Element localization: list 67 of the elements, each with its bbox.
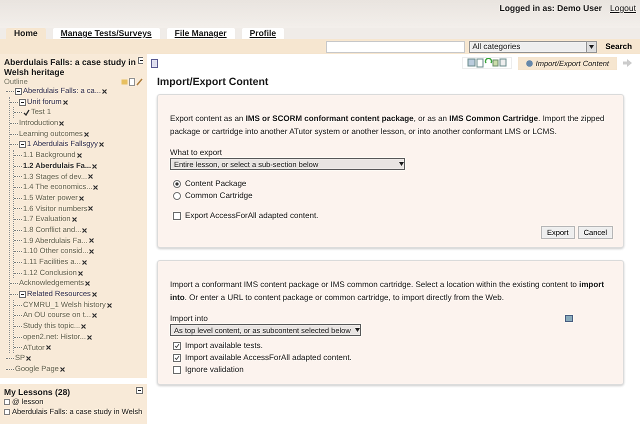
checkbox-label: Ignore validation	[185, 364, 244, 376]
radio-label: Content Package	[185, 178, 246, 190]
checkbox-label: Export AccessForAll adapted content.	[185, 210, 318, 222]
collapse-icon[interactable]	[136, 386, 143, 394]
info-icon	[526, 60, 533, 66]
dropdown-caret-icon[interactable]	[354, 328, 360, 332]
outline-tools-icon[interactable]	[121, 78, 143, 86]
delete-icon[interactable]	[85, 281, 90, 286]
delete-icon[interactable]	[92, 313, 97, 318]
field-label: What to export	[170, 148, 224, 157]
delete-icon[interactable]	[78, 270, 83, 276]
nav-tab[interactable]: Manage Tests/Surveys	[52, 28, 160, 39]
delete-icon[interactable]	[88, 174, 94, 180]
checkbox[interactable]	[173, 342, 181, 350]
delete-icon[interactable]	[106, 302, 112, 308]
nav-tab[interactable]: Profile	[242, 28, 284, 39]
checkbox[interactable]	[173, 212, 181, 220]
collapse-toggle-icon[interactable]	[19, 98, 26, 106]
collapse-toggle-icon[interactable]	[19, 290, 26, 298]
export-description: Export content as an IMS or SCORM conformant content package, or as an IMS Common Cartridge. Import the zipped package or cartridge into another ATutor system or another lesson, or into another conformant LMS or LCMS.	[170, 113, 606, 138]
delete-icon[interactable]	[86, 334, 92, 340]
delete-icon[interactable]	[92, 292, 97, 297]
nav-tab[interactable]: File Manager	[166, 28, 235, 39]
delete-icon[interactable]	[89, 249, 94, 254]
delete-icon[interactable]	[98, 142, 104, 148]
field-label: Import into	[170, 314, 209, 323]
course-title: Aberdulais Falls: a case study in Welsh heritage	[4, 57, 137, 77]
collapse-toggle-icon[interactable]	[15, 88, 22, 95]
checkmark-icon	[23, 109, 30, 116]
nav-tab[interactable]: Home	[6, 28, 46, 39]
logout-link[interactable]: Logout	[610, 3, 636, 13]
checkbox[interactable]	[173, 354, 181, 362]
radio-button[interactable]	[173, 180, 181, 188]
delete-icon[interactable]	[59, 120, 64, 126]
category-select[interactable]: All categories	[469, 40, 598, 52]
delete-icon[interactable]	[76, 152, 82, 158]
page-icon[interactable]	[151, 58, 158, 68]
collapse-icon[interactable]	[138, 57, 143, 64]
lessons-title: My Lessons (28)	[4, 386, 70, 397]
radio-button[interactable]	[173, 192, 181, 200]
logged-in-text: Logged in as: Demo User	[500, 3, 602, 13]
delete-icon[interactable]	[88, 238, 94, 244]
toolbar-icons-drawing[interactable]	[462, 57, 512, 69]
checkbox-label: Import available AccessForAll adapted content.	[185, 352, 352, 364]
delete-icon[interactable]	[84, 132, 89, 137]
delete-icon[interactable]	[26, 356, 32, 362]
delete-icon[interactable]	[82, 260, 87, 265]
delete-icon[interactable]	[62, 100, 68, 105]
delete-icon[interactable]	[81, 324, 86, 329]
dropdown-caret-icon[interactable]	[589, 44, 594, 48]
delete-icon[interactable]	[78, 196, 84, 201]
search-field[interactable]	[326, 40, 466, 52]
import-description: Import a conformant IMS content package or IMS common cartridge. Select a location within the existing content to import into. Or enter a URL to content package or common cartridge, to import directly from the Web.	[170, 279, 605, 304]
delete-icon[interactable]	[82, 228, 88, 233]
dropdown-caret-icon[interactable]	[399, 162, 404, 166]
radio-label: Common Cartridge	[185, 190, 253, 202]
checkbox-label: Import available tests.	[185, 340, 263, 352]
checkbox[interactable]	[173, 366, 181, 374]
collapse-toggle-icon[interactable]	[19, 141, 26, 148]
delete-icon[interactable]	[46, 345, 51, 350]
delete-icon[interactable]	[88, 206, 94, 212]
delete-icon[interactable]	[93, 185, 98, 190]
delete-icon[interactable]	[92, 164, 98, 169]
page-title: Import/Export Content	[157, 76, 270, 88]
delete-icon[interactable]	[72, 217, 77, 222]
delete-icon[interactable]	[102, 88, 107, 94]
delete-icon[interactable]	[60, 366, 65, 372]
